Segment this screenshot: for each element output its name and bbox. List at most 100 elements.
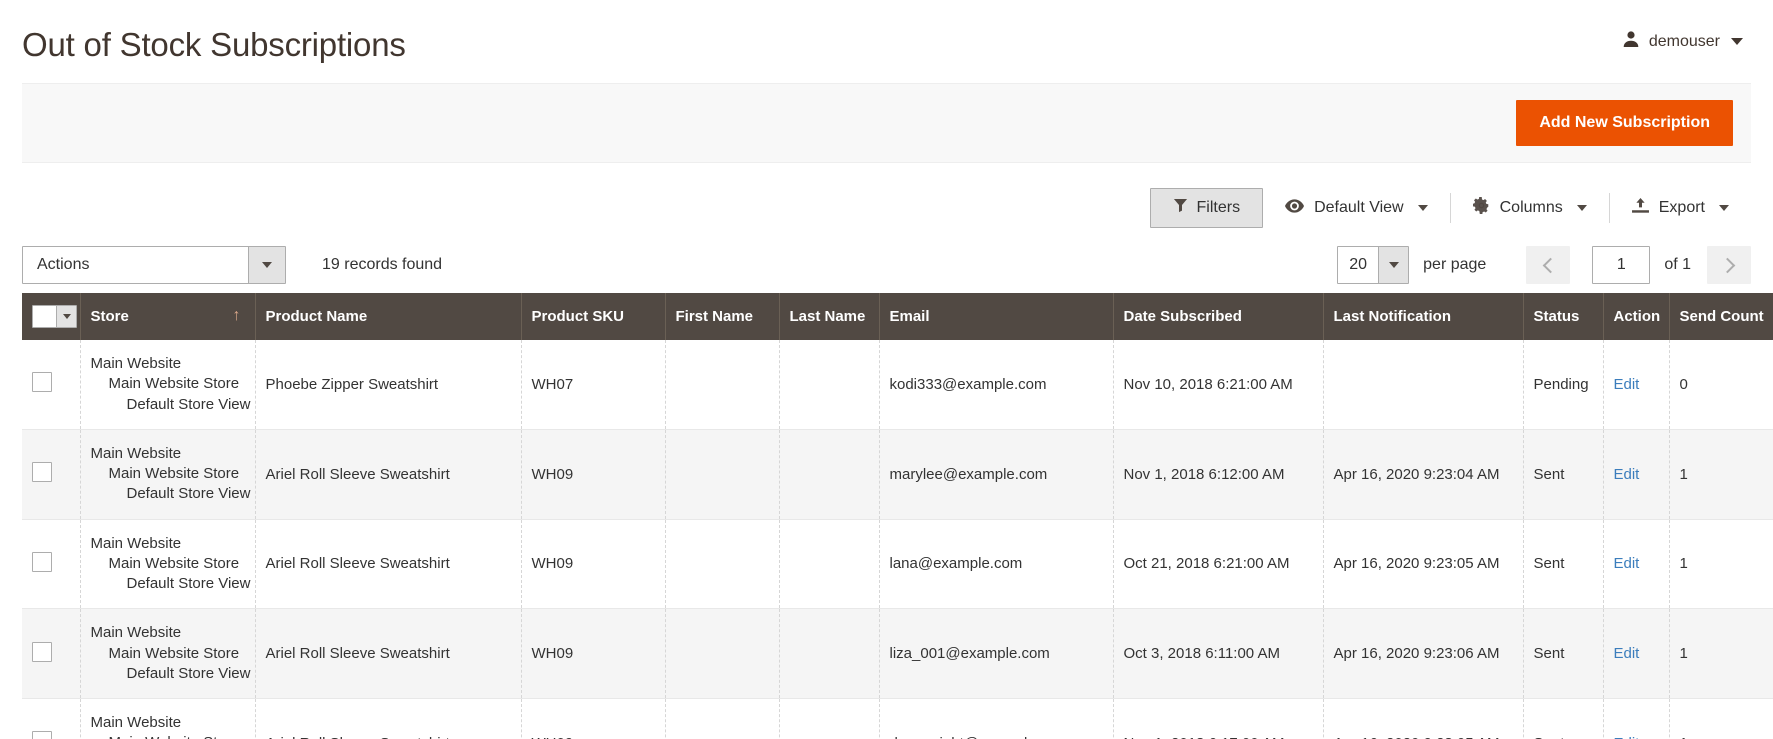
funnel-icon (1173, 198, 1188, 218)
table-header-row: ↑ Store Product Name Product SKU First N… (22, 293, 1773, 340)
store-website: Main Website (90, 444, 182, 462)
upload-icon (1631, 197, 1649, 219)
cell-email: marylee@example.com (879, 429, 1114, 520)
column-header-product-name[interactable]: Product Name (255, 293, 522, 340)
row-select-cell[interactable] (22, 340, 81, 430)
row-checkbox[interactable] (32, 372, 52, 393)
row-checkbox[interactable] (32, 641, 52, 662)
filters-button[interactable]: Filters (1149, 188, 1264, 228)
column-header-store[interactable]: ↑ Store (80, 293, 256, 340)
chevron-right-icon (1719, 257, 1735, 273)
column-header-email[interactable]: Email (879, 293, 1114, 340)
select-all-checkbox[interactable] (33, 306, 56, 327)
next-page-button[interactable] (1707, 246, 1751, 284)
table-row[interactable]: Main WebsiteMain Website StoreDefault St… (22, 698, 1773, 739)
cell-last-notification: Apr 16, 2020 9:23:06 AM (1323, 608, 1524, 699)
cell-send-count: 1 (1669, 429, 1773, 520)
cell-product-sku: WH09 (521, 429, 666, 520)
row-checkbox[interactable] (32, 551, 52, 572)
column-header-product-sku[interactable]: Product SKU (521, 293, 666, 340)
chevron-down-icon (1719, 205, 1729, 211)
page-number-input[interactable] (1592, 246, 1651, 284)
column-header-last-notification[interactable]: Last Notification (1323, 293, 1524, 340)
column-header-send-count[interactable]: Send Count (1669, 293, 1773, 340)
store-view: Default Store View (126, 395, 251, 413)
edit-link[interactable]: Edit (1614, 645, 1640, 662)
cell-product-name: Ariel Roll Sleeve Sweatshirt (255, 698, 522, 739)
cell-product-name: Ariel Roll Sleeve Sweatshirt (255, 608, 522, 699)
cell-last-notification (1323, 340, 1524, 430)
table-row[interactable]: Main WebsiteMain Website StoreDefault St… (22, 340, 1773, 430)
cell-date-subscribed: Nov 10, 2018 6:21:00 AM (1113, 340, 1324, 430)
select-all-header[interactable] (22, 293, 81, 340)
cell-store: Main WebsiteMain Website StoreDefault St… (80, 698, 256, 739)
column-header-first-name[interactable]: First Name (665, 293, 780, 340)
cell-last-notification: Apr 16, 2020 9:23:05 AM (1323, 519, 1524, 610)
row-select-cell[interactable] (22, 608, 81, 699)
add-new-subscription-button[interactable]: Add New Subscription (1516, 100, 1733, 146)
edit-link[interactable]: Edit (1614, 555, 1640, 572)
row-checkbox[interactable] (32, 731, 52, 739)
cell-action[interactable]: Edit (1603, 429, 1670, 520)
default-view-dropdown[interactable]: Default View (1263, 193, 1450, 223)
column-header-date-subscribed[interactable]: Date Subscribed (1113, 293, 1324, 340)
store-website: Main Website (90, 534, 182, 552)
table-row[interactable]: Main WebsiteMain Website StoreDefault St… (22, 608, 1773, 699)
store-view: Default Store View (126, 575, 251, 592)
row-checkbox[interactable] (32, 462, 52, 483)
per-page-value: 20 (1349, 256, 1368, 273)
column-header-status[interactable]: Status (1523, 293, 1604, 340)
cell-action[interactable]: Edit (1603, 698, 1670, 739)
row-select-cell[interactable] (22, 429, 81, 520)
pagination: 20 per page of 1 (1337, 246, 1751, 284)
sort-ascending-icon: ↑ (232, 307, 241, 324)
edit-link[interactable]: Edit (1614, 466, 1640, 483)
cell-email: lana@example.com (879, 519, 1114, 610)
cell-action[interactable]: Edit (1603, 608, 1670, 699)
cell-last-name (779, 429, 880, 520)
cell-last-name (779, 698, 880, 739)
table-row[interactable]: Main WebsiteMain Website StoreDefault St… (22, 429, 1773, 520)
cell-send-count: 1 (1669, 698, 1773, 739)
grid-toolbar: Filters Default View Columns Export (0, 179, 1773, 237)
per-page-select[interactable]: 20 (1337, 246, 1410, 284)
mass-actions-select[interactable]: Actions (22, 246, 286, 284)
store-group: Main Website Store (108, 644, 240, 662)
user-icon (1622, 30, 1640, 53)
columns-dropdown[interactable]: Columns (1451, 193, 1609, 223)
chevron-down-icon[interactable] (56, 306, 76, 327)
edit-link[interactable]: Edit (1614, 376, 1640, 393)
column-header-last-name[interactable]: Last Name (779, 293, 880, 340)
cell-first-name (665, 340, 780, 430)
user-menu[interactable]: demouser (1622, 30, 1751, 53)
cell-product-sku: WH09 (521, 608, 666, 699)
cell-product-name: Ariel Roll Sleeve Sweatshirt (255, 519, 522, 610)
cell-action[interactable]: Edit (1603, 340, 1670, 430)
data-grid-container: ↑ Store Product Name Product SKU First N… (0, 293, 1773, 739)
per-page-label: per page (1423, 256, 1487, 273)
store-website: Main Website (90, 624, 182, 642)
table-row[interactable]: Main Website Main Website Store Default St… (22, 519, 1773, 610)
cell-product-name: Ariel Roll Sleeve Sweatshirt (255, 429, 522, 520)
cell-last-notification: Apr 16, 2020 9:23:04 AM (1323, 429, 1524, 520)
records-found-label: 19 records found (322, 256, 443, 273)
export-dropdown[interactable]: Export (1610, 193, 1751, 223)
chevron-left-icon (1542, 257, 1559, 273)
cell-last-name (779, 340, 880, 430)
previous-page-button[interactable] (1526, 246, 1571, 284)
row-select-cell[interactable] (22, 519, 81, 610)
store-group: Main Website Store (108, 465, 240, 482)
cell-first-name (665, 519, 780, 610)
chevron-down-icon (248, 247, 285, 283)
select-all-checkbox-dropdown[interactable] (32, 305, 77, 328)
cell-action[interactable]: Edit (1603, 519, 1670, 610)
column-header-action[interactable]: Action (1603, 293, 1670, 340)
cell-date-subscribed: Nov 1, 2018 6:17:00 AM (1113, 698, 1324, 739)
edit-link[interactable]: Edit (1614, 735, 1640, 739)
column-header-store-label: Store (90, 308, 129, 325)
cell-last-name (779, 608, 880, 699)
user-menu-label: demouser (1648, 32, 1720, 50)
store-group: Main Website Store (108, 554, 240, 572)
cell-product-name: Phoebe Zipper Sweatshirt (255, 340, 522, 430)
row-select-cell[interactable] (22, 698, 81, 739)
